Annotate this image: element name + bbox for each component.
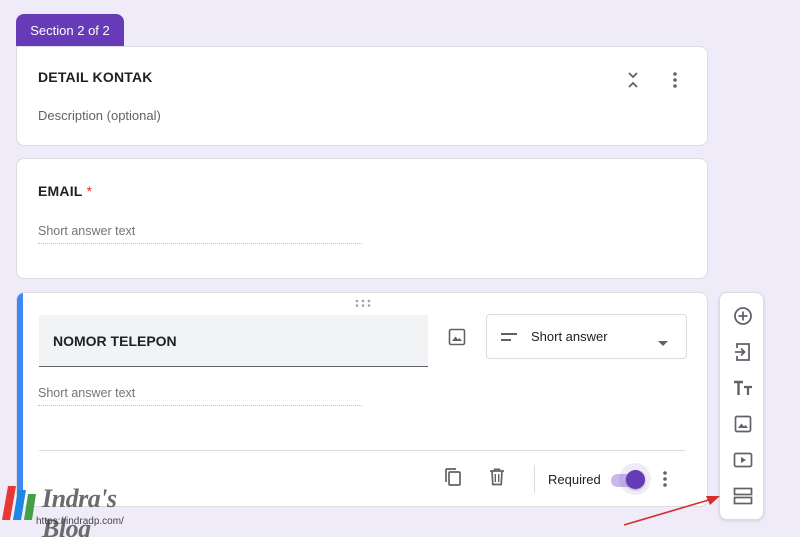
question-type-label: Short answer bbox=[531, 329, 608, 344]
question-card-email[interactable]: EMAIL * Short answer text bbox=[16, 158, 708, 279]
required-toggle[interactable] bbox=[609, 463, 651, 495]
add-video-icon[interactable] bbox=[730, 447, 756, 473]
question-card-phone[interactable]: NOMOR TELEPON Short answer Short answer … bbox=[16, 292, 708, 507]
required-label: Required bbox=[548, 472, 601, 487]
floating-toolbar bbox=[719, 292, 764, 520]
section-description-field[interactable]: Description (optional) bbox=[38, 108, 161, 123]
add-question-icon[interactable] bbox=[730, 303, 756, 329]
add-image-icon[interactable] bbox=[730, 411, 756, 437]
add-section-icon[interactable] bbox=[730, 483, 756, 509]
footer-separator bbox=[534, 465, 535, 493]
section-title[interactable]: DETAIL KONTAK bbox=[38, 69, 153, 85]
section-tab: Section 2 of 2 bbox=[16, 14, 124, 46]
more-options-icon[interactable] bbox=[653, 467, 677, 491]
more-options-icon[interactable] bbox=[663, 68, 687, 92]
short-answer-placeholder: Short answer text bbox=[38, 224, 362, 244]
drag-handle-icon[interactable] bbox=[351, 297, 375, 309]
import-questions-icon[interactable] bbox=[730, 339, 756, 365]
question-title-input[interactable]: NOMOR TELEPON bbox=[39, 315, 428, 367]
short-text-icon bbox=[501, 332, 517, 342]
question-type-select[interactable]: Short answer bbox=[486, 314, 687, 359]
question-title: EMAIL * bbox=[38, 183, 92, 199]
toggle-thumb bbox=[626, 470, 645, 489]
annotation-arrow bbox=[623, 496, 720, 526]
section-header-card[interactable]: DETAIL KONTAK Description (optional) bbox=[16, 46, 708, 146]
duplicate-icon[interactable] bbox=[441, 465, 465, 489]
question-title-text: EMAIL bbox=[38, 183, 83, 199]
footer-divider bbox=[39, 450, 685, 451]
active-question-indicator bbox=[17, 293, 23, 506]
collapse-section-icon[interactable] bbox=[621, 68, 645, 92]
add-title-icon[interactable] bbox=[730, 375, 756, 401]
dropdown-arrow-icon bbox=[658, 334, 668, 349]
watermark-text: Indra's Blog bbox=[42, 484, 117, 537]
watermark-url: https://indradp.com/ bbox=[36, 516, 124, 527]
short-answer-placeholder: Short answer text bbox=[38, 386, 362, 406]
delete-icon[interactable] bbox=[485, 465, 509, 489]
add-image-icon[interactable] bbox=[445, 325, 469, 349]
watermark: Indra's Blog https://indradp.com/ bbox=[0, 480, 160, 537]
required-asterisk: * bbox=[86, 183, 93, 199]
